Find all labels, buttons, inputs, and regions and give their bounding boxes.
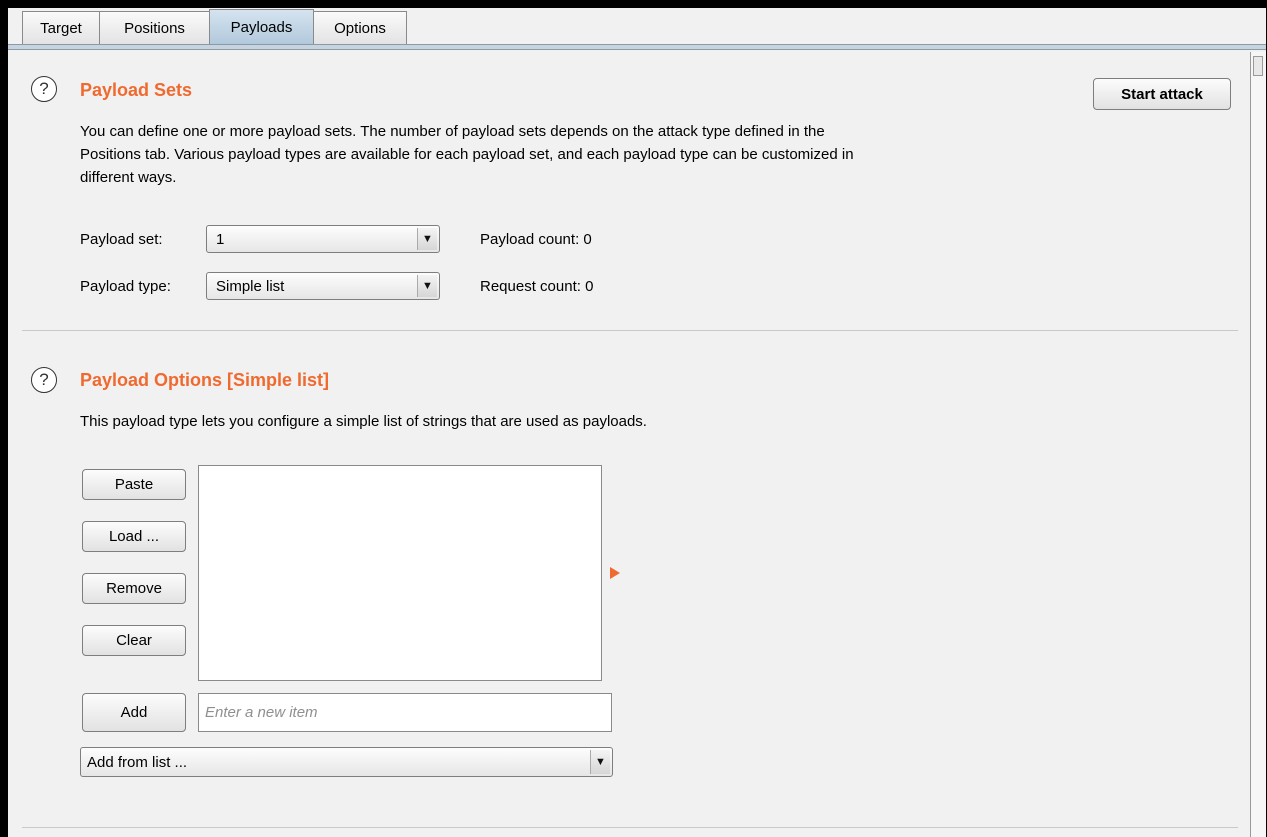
- section-divider: [22, 827, 1238, 828]
- payload-type-label: Payload type:: [80, 278, 171, 295]
- paste-button[interactable]: Paste: [82, 469, 186, 500]
- remove-label: Remove: [106, 580, 162, 597]
- payload-set-value: 1: [216, 231, 225, 248]
- vertical-scrollbar[interactable]: [1250, 52, 1266, 837]
- payload-type-select[interactable]: Simple list ▼: [206, 272, 440, 300]
- add-from-list-select[interactable]: Add from list ... ▼: [80, 747, 613, 777]
- help-icon[interactable]: ?: [31, 76, 57, 102]
- start-attack-label: Start attack: [1121, 85, 1203, 103]
- tab-label: Positions: [124, 19, 185, 37]
- tab-payloads[interactable]: Payloads: [209, 9, 314, 44]
- chevron-down-icon: ▼: [417, 275, 437, 297]
- add-label: Add: [120, 704, 148, 721]
- chevron-down-icon: ▼: [417, 228, 437, 250]
- remove-button[interactable]: Remove: [82, 573, 186, 604]
- payload-count: Payload count: 0: [480, 231, 592, 248]
- description-line: You can define one or more payload sets.…: [80, 123, 825, 140]
- payload-list[interactable]: [198, 465, 602, 681]
- payload-type-value: Simple list: [216, 278, 285, 295]
- tab-target[interactable]: Target: [22, 11, 100, 44]
- start-attack-button[interactable]: Start attack: [1093, 78, 1231, 110]
- description-line: Positions tab. Various payload types are…: [80, 146, 854, 163]
- help-icon[interactable]: ?: [31, 367, 57, 393]
- tab-underline: [8, 44, 1266, 50]
- expand-arrow-icon[interactable]: [610, 567, 620, 579]
- tab-label: Options: [334, 19, 386, 37]
- section-divider: [22, 330, 1238, 331]
- help-icon-glyph: ?: [39, 370, 49, 389]
- add-from-list-value: Add from list ...: [87, 754, 188, 771]
- description-line: different ways.: [80, 169, 177, 186]
- payload-set-label: Payload set:: [80, 231, 163, 248]
- tab-positions[interactable]: Positions: [99, 11, 210, 44]
- payload-sets-title: Payload Sets: [80, 80, 193, 100]
- scroll-up-icon[interactable]: [1253, 56, 1263, 76]
- tab-label: Payloads: [230, 18, 293, 36]
- chevron-down-icon: ▼: [590, 750, 610, 774]
- request-count: Request count: 0: [480, 278, 594, 295]
- intruder-panel: Target Positions Payloads Options ? Payl…: [8, 8, 1266, 837]
- load-label: Load ...: [108, 528, 160, 545]
- payload-options-title: Payload Options [Simple list]: [80, 370, 330, 390]
- add-button[interactable]: Add: [82, 693, 186, 732]
- clear-label: Clear: [116, 632, 152, 649]
- tab-bar: Target Positions Payloads Options: [8, 8, 1266, 50]
- payload-set-select[interactable]: 1 ▼: [206, 225, 440, 253]
- paste-label: Paste: [114, 476, 154, 493]
- clear-button[interactable]: Clear: [82, 625, 186, 656]
- payload-sets-description: You can define one or more payload sets.…: [80, 120, 854, 189]
- tab-options[interactable]: Options: [313, 11, 407, 44]
- new-item-input[interactable]: [198, 693, 612, 732]
- load-button[interactable]: Load ...: [82, 521, 186, 552]
- tab-label: Target: [40, 19, 82, 37]
- payloads-content: ? Payload Sets Start attack You can defi…: [8, 52, 1248, 837]
- help-icon-glyph: ?: [39, 79, 49, 98]
- payload-options-description: This payload type lets you configure a s…: [80, 413, 647, 430]
